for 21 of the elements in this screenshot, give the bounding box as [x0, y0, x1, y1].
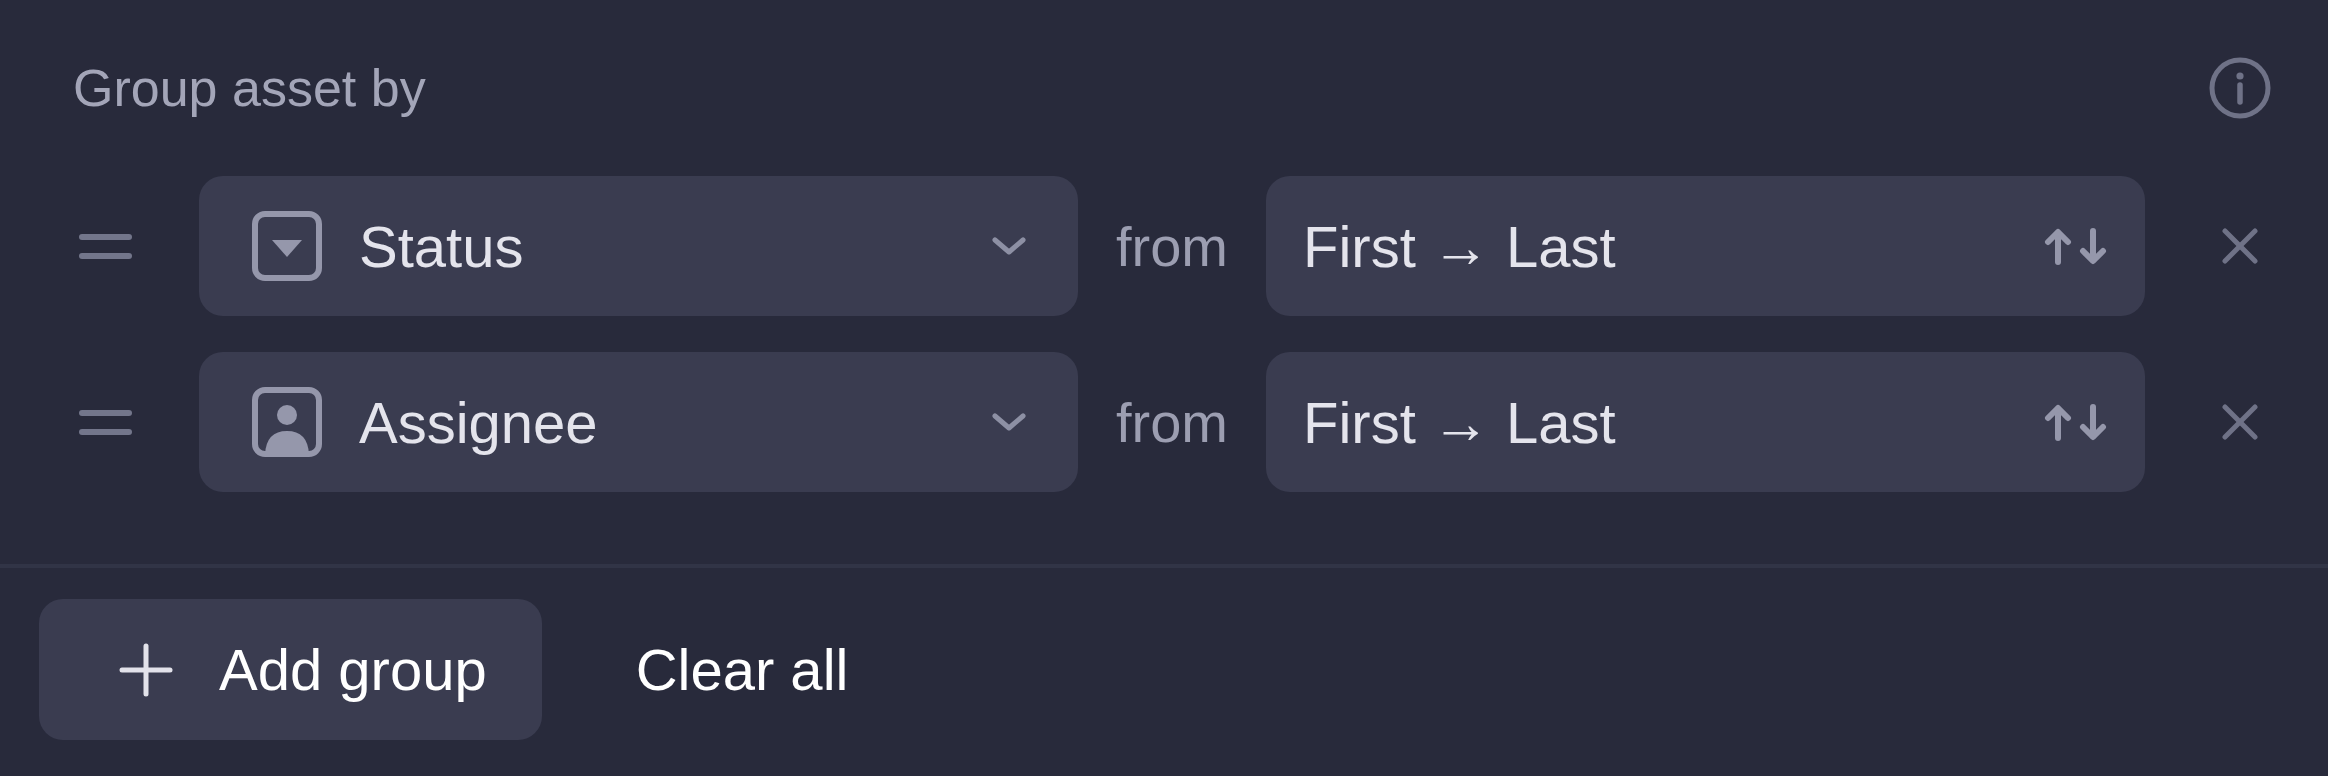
sort-arrows-icon: [2044, 403, 2107, 441]
close-icon[interactable]: [2222, 228, 2258, 264]
field-dropdown[interactable]: Assignee: [199, 352, 1078, 492]
sort-order-dropdown[interactable]: First → Last: [1266, 352, 2145, 492]
drag-handle-icon[interactable]: [79, 233, 132, 259]
dropdown-field-icon: [252, 211, 322, 281]
chevron-down-icon: [991, 412, 1027, 432]
chevron-down-icon: [991, 236, 1027, 256]
section-title: Group asset by: [73, 58, 426, 119]
connector-label: from: [1116, 389, 1228, 455]
person-icon: [252, 387, 322, 457]
add-group-button[interactable]: Add group: [39, 599, 542, 740]
close-icon[interactable]: [2222, 404, 2258, 440]
sort-order-dropdown[interactable]: First → Last: [1266, 176, 2145, 316]
connector-label: from: [1116, 213, 1228, 279]
info-icon[interactable]: [2209, 57, 2271, 119]
plus-icon: [119, 642, 173, 697]
field-dropdown[interactable]: Status: [199, 176, 1078, 316]
clear-all-button[interactable]: Clear all: [635, 636, 849, 703]
drag-handle-icon[interactable]: [79, 409, 132, 435]
sort-arrows-icon: [2044, 227, 2107, 265]
